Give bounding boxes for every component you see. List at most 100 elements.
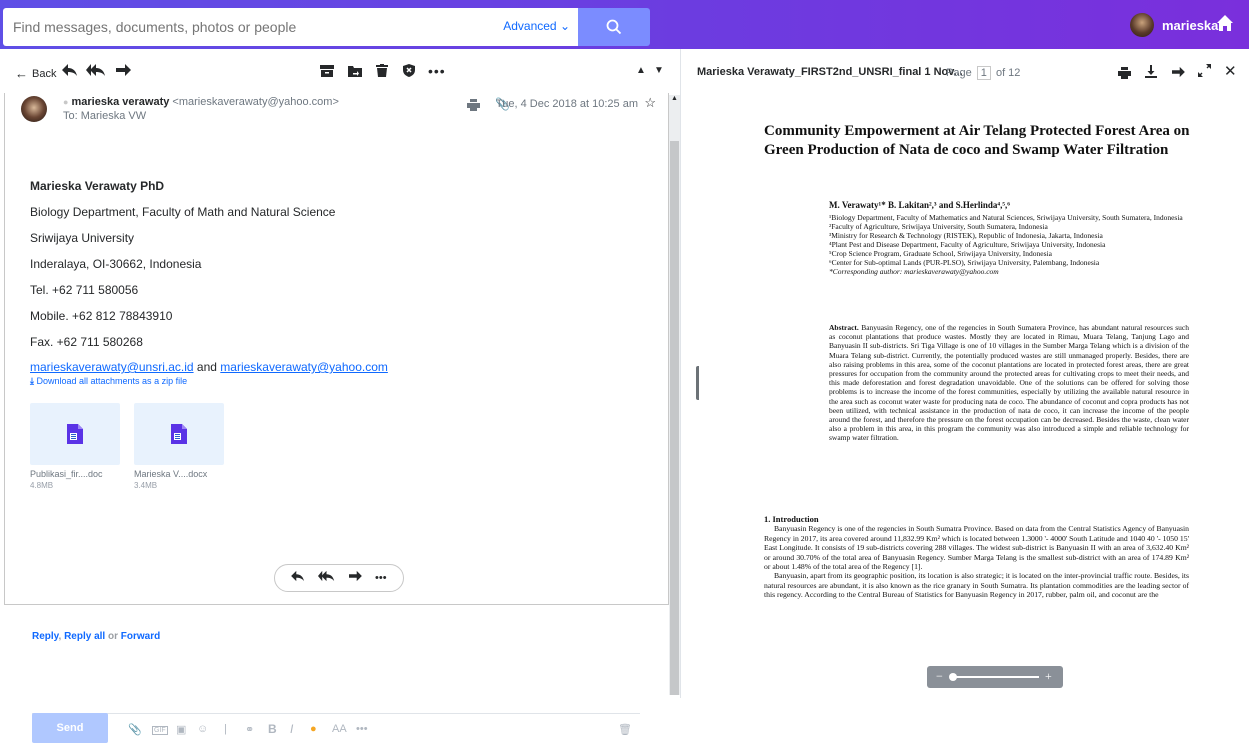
search-icon bbox=[606, 19, 622, 35]
star-icon: ☆ bbox=[644, 95, 656, 110]
zoom-in-button[interactable]: + bbox=[1045, 669, 1052, 684]
reply-link[interactable]: Reply bbox=[32, 631, 59, 642]
star-button[interactable]: ☆ bbox=[644, 95, 656, 111]
attachment-thumbnail-1[interactable] bbox=[30, 403, 120, 465]
font-size-icon: AA bbox=[332, 723, 347, 735]
divider: | bbox=[224, 723, 227, 735]
attachment-name: Marieska V....docx bbox=[134, 469, 208, 479]
email-link-yahoo[interactable]: marieskaverawaty@yahoo.com bbox=[220, 360, 388, 374]
signature-department: Biology Department, Faculty of Math and … bbox=[30, 205, 336, 219]
document-page: Community Empowerment at Air Telang Prot… bbox=[699, 95, 1249, 698]
expand-viewer-button[interactable] bbox=[1198, 64, 1211, 82]
reply-all-toolbar-button[interactable] bbox=[86, 63, 106, 77]
reply-all-action-button[interactable] bbox=[318, 569, 335, 587]
abstract-text: Banyuasin Regency, one of the regencies … bbox=[829, 323, 1190, 443]
signature-mobile: Mobile. +62 812 78843910 bbox=[30, 309, 173, 323]
text-color-button[interactable]: ● bbox=[310, 723, 317, 735]
close-icon: ✕ bbox=[1224, 63, 1237, 80]
sender-line: ● marieska verawaty <marieskaverawaty@ya… bbox=[63, 96, 339, 108]
previous-message-button[interactable]: ▲ bbox=[636, 65, 646, 76]
back-arrow-icon: ← bbox=[15, 66, 28, 81]
more-icon: ••• bbox=[375, 572, 387, 584]
and-text: and bbox=[196, 360, 217, 374]
page-number-input[interactable]: 1 bbox=[976, 66, 991, 80]
zoom-slider[interactable] bbox=[951, 676, 1039, 678]
forward-document-button[interactable] bbox=[1171, 65, 1185, 83]
spam-button[interactable] bbox=[403, 64, 415, 77]
message-toolbar: ← Back ••• ▲ ▼ bbox=[0, 49, 680, 95]
user-menu[interactable]: marieska bbox=[1130, 13, 1218, 37]
or-text: or bbox=[107, 631, 118, 642]
home-button[interactable] bbox=[1216, 14, 1234, 37]
gif-icon: GIF bbox=[154, 727, 166, 734]
forward-toolbar-button[interactable] bbox=[115, 63, 131, 77]
user-name: marieska bbox=[1162, 17, 1219, 33]
color-palette-icon: ● bbox=[310, 723, 317, 735]
reply-all-icon bbox=[86, 64, 105, 76]
trash-icon bbox=[376, 64, 388, 77]
page-label: Page bbox=[946, 67, 972, 79]
reply-action-button[interactable] bbox=[291, 569, 305, 587]
print-document-button[interactable] bbox=[1118, 66, 1131, 84]
advanced-label: Advanced bbox=[503, 19, 557, 33]
attachment-size: 4.8MB bbox=[30, 481, 54, 490]
attach-file-button[interactable]: 📎 bbox=[128, 723, 142, 736]
zoom-slider-handle[interactable] bbox=[949, 673, 957, 681]
reply-all-link[interactable]: Reply all bbox=[64, 631, 105, 642]
archive-button[interactable] bbox=[320, 65, 334, 77]
advanced-search-toggle[interactable]: Advanced ⌄ bbox=[503, 19, 570, 33]
send-button[interactable]: Send bbox=[32, 713, 108, 743]
scrollbar-thumb[interactable] bbox=[670, 141, 679, 695]
signature-address: Inderalaya, OI-30662, Indonesia bbox=[30, 257, 202, 271]
paper-abstract: Abstract. Banyuasin Regency, one of the … bbox=[829, 323, 1189, 443]
search-box: Advanced ⌄ bbox=[3, 8, 578, 46]
download-all-link[interactable]: ⤓ Download all attachments as a zip file bbox=[30, 376, 187, 387]
download-all-label: Download all attachments as a zip file bbox=[36, 376, 188, 386]
attachment-thumbnail-2[interactable] bbox=[134, 403, 224, 465]
document-viewer: Marieska Verawaty_FIRST2nd_UNSRI_final 1… bbox=[680, 49, 1249, 698]
more-icon: ••• bbox=[428, 63, 446, 79]
download-document-button[interactable] bbox=[1145, 65, 1157, 83]
attachment-size: 3.4MB bbox=[134, 481, 158, 490]
reply-toolbar-button[interactable] bbox=[62, 63, 78, 77]
scroll-up-icon: ▲ bbox=[671, 95, 678, 102]
message-date: Tue, 4 Dec 2018 at 10:25 am bbox=[495, 98, 638, 110]
search-input[interactable] bbox=[3, 8, 483, 46]
delete-button[interactable] bbox=[376, 64, 388, 77]
print-button[interactable] bbox=[467, 98, 480, 116]
affiliation-line: ⁵Crop Science Program, Graduate School, … bbox=[829, 249, 1052, 258]
discard-draft-button[interactable]: 🗑 bbox=[618, 723, 632, 736]
message-action-bar: ••• bbox=[274, 564, 404, 592]
bold-button[interactable]: B bbox=[268, 722, 277, 736]
next-message-button[interactable]: ▼ bbox=[654, 65, 664, 76]
email-link-unsri[interactable]: marieskaverawaty@unsri.ac.id bbox=[30, 360, 194, 374]
zoom-out-button[interactable]: − bbox=[936, 669, 943, 684]
forward-action-button[interactable] bbox=[348, 569, 362, 587]
insert-gif-button[interactable]: GIF bbox=[152, 726, 168, 735]
font-size-button[interactable]: AA bbox=[332, 723, 347, 735]
forward-link[interactable]: Forward bbox=[121, 631, 160, 642]
reply-icon bbox=[291, 570, 305, 582]
sender-email: <marieskaverawaty@yahoo.com> bbox=[172, 96, 339, 108]
word-doc-icon bbox=[67, 424, 83, 444]
quick-reply-links: Reply, Reply all or Forward bbox=[32, 631, 161, 642]
more-actions-button[interactable]: ••• bbox=[428, 63, 446, 79]
affiliation-line: ²Faculty of Agriculture, Sriwijaya Unive… bbox=[829, 222, 1048, 231]
search-button[interactable] bbox=[578, 8, 650, 46]
insert-link-button[interactable]: ⚭ bbox=[245, 723, 254, 736]
italic-button[interactable]: I bbox=[290, 722, 293, 736]
back-button[interactable]: ← Back bbox=[15, 66, 56, 81]
folder-move-icon bbox=[348, 66, 362, 77]
move-button[interactable] bbox=[348, 65, 362, 77]
abstract-label: Abstract. bbox=[829, 323, 859, 332]
avatar bbox=[1130, 13, 1154, 37]
message-scrollbar[interactable]: ▲ bbox=[669, 95, 680, 695]
close-viewer-button[interactable]: ✕ bbox=[1224, 62, 1237, 80]
more-action-button[interactable]: ••• bbox=[375, 572, 387, 584]
paperclip-icon: 📎 bbox=[128, 724, 142, 736]
insert-emoji-button[interactable]: ☺ bbox=[197, 723, 208, 735]
shield-icon bbox=[403, 64, 415, 77]
more-formatting-button[interactable]: ••• bbox=[356, 723, 368, 735]
insert-sticker-button[interactable]: ▣ bbox=[176, 723, 186, 736]
signature-fax: Fax. +62 711 580268 bbox=[30, 335, 143, 349]
